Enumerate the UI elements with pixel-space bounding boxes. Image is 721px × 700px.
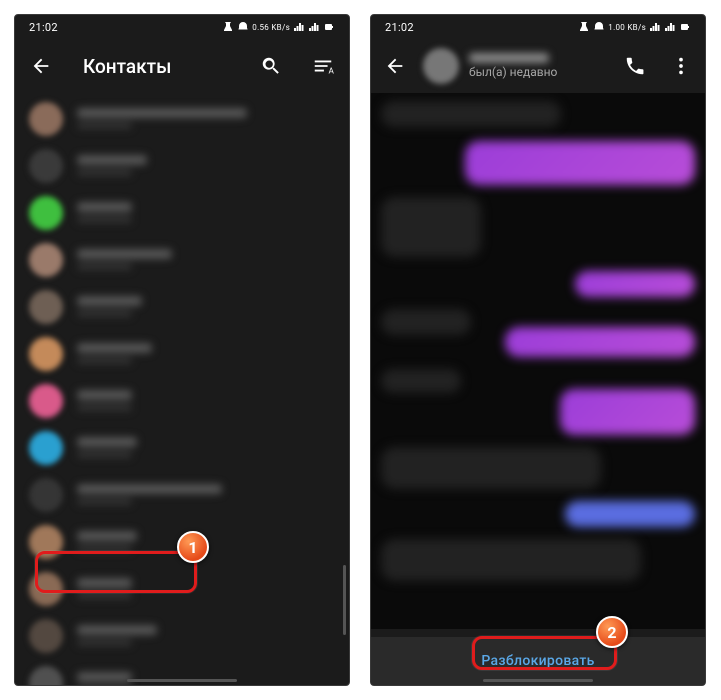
- phone-screenshot-contacts: 21:02 0.56 KB/s Контакты A 1: [14, 14, 350, 686]
- contacts-title: Контакты: [83, 55, 237, 78]
- chat-avatar[interactable]: [423, 48, 459, 84]
- contact-avatar: [29, 431, 63, 465]
- contact-text: [77, 249, 335, 270]
- statusbar: 21:02 1.00 KB/s: [371, 15, 705, 39]
- chat-user-info[interactable]: был(а) недавно: [469, 53, 607, 79]
- message-in: [381, 447, 601, 489]
- contact-row[interactable]: [15, 612, 349, 659]
- contact-text: [77, 202, 335, 223]
- contact-text: [77, 625, 335, 646]
- contact-row[interactable]: [15, 236, 349, 283]
- contact-text: [77, 437, 335, 458]
- contact-text: [77, 343, 335, 364]
- annotation-badge-1: 1: [177, 531, 209, 563]
- back-icon[interactable]: [377, 48, 413, 84]
- contact-row[interactable]: [15, 471, 349, 518]
- chat-body[interactable]: [371, 93, 705, 629]
- message-in: [381, 197, 481, 257]
- chat-toolbar: был(а) недавно: [371, 39, 705, 93]
- contact-row[interactable]: [15, 424, 349, 471]
- contacts-toolbar: Контакты A: [15, 39, 349, 93]
- annotation-badge-2: 2: [596, 616, 628, 648]
- contact-avatar: [29, 619, 63, 653]
- contact-text: [77, 296, 335, 317]
- message-in: [381, 369, 461, 393]
- status-time: 21:02: [385, 21, 414, 34]
- nav-indicator: [483, 679, 593, 682]
- contact-row[interactable]: [15, 95, 349, 142]
- more-icon[interactable]: [663, 48, 699, 84]
- message-out: [560, 389, 695, 435]
- message-out: [575, 271, 695, 297]
- contact-avatar: [29, 102, 63, 136]
- contact-text: [77, 484, 335, 505]
- nav-indicator: [127, 679, 237, 682]
- contact-row[interactable]: [15, 377, 349, 424]
- phone-screenshot-chat: 21:02 1.00 KB/s был(а) недавно: [370, 14, 706, 686]
- message-in: [381, 101, 561, 127]
- scrollbar: [343, 565, 346, 635]
- chat-user-name: [469, 53, 549, 63]
- back-icon[interactable]: [23, 48, 59, 84]
- status-icons-right: 1.00 KB/s: [578, 21, 691, 33]
- message-in: [381, 309, 471, 335]
- contact-row[interactable]: [15, 330, 349, 377]
- statusbar: 21:02 0.56 KB/s: [15, 15, 349, 39]
- contact-text: [77, 390, 335, 411]
- contact-avatar: [29, 196, 63, 230]
- contact-avatar: [29, 478, 63, 512]
- sort-icon[interactable]: A: [305, 48, 341, 84]
- contact-text: [77, 108, 335, 129]
- svg-text:A: A: [329, 66, 335, 76]
- contact-avatar: [29, 666, 63, 687]
- message-out: [505, 327, 695, 357]
- contacts-list[interactable]: [15, 93, 349, 686]
- annotation-box-2: [472, 636, 617, 670]
- contact-avatar: [29, 243, 63, 277]
- contact-row[interactable]: [15, 142, 349, 189]
- call-icon[interactable]: [617, 48, 653, 84]
- message-out: [565, 501, 695, 527]
- message-out: [465, 141, 695, 185]
- message-in: [381, 539, 641, 581]
- contact-row[interactable]: [15, 283, 349, 330]
- contact-avatar: [29, 384, 63, 418]
- status-time: 21:02: [29, 21, 58, 34]
- contact-avatar: [29, 149, 63, 183]
- annotation-box-1: [35, 551, 197, 593]
- status-icons-right: 0.56 KB/s: [222, 21, 335, 33]
- contact-avatar: [29, 337, 63, 371]
- contact-text: [77, 155, 335, 176]
- chat-user-status: был(а) недавно: [469, 65, 607, 79]
- contact-row[interactable]: [15, 189, 349, 236]
- contact-avatar: [29, 290, 63, 324]
- search-icon[interactable]: [253, 48, 289, 84]
